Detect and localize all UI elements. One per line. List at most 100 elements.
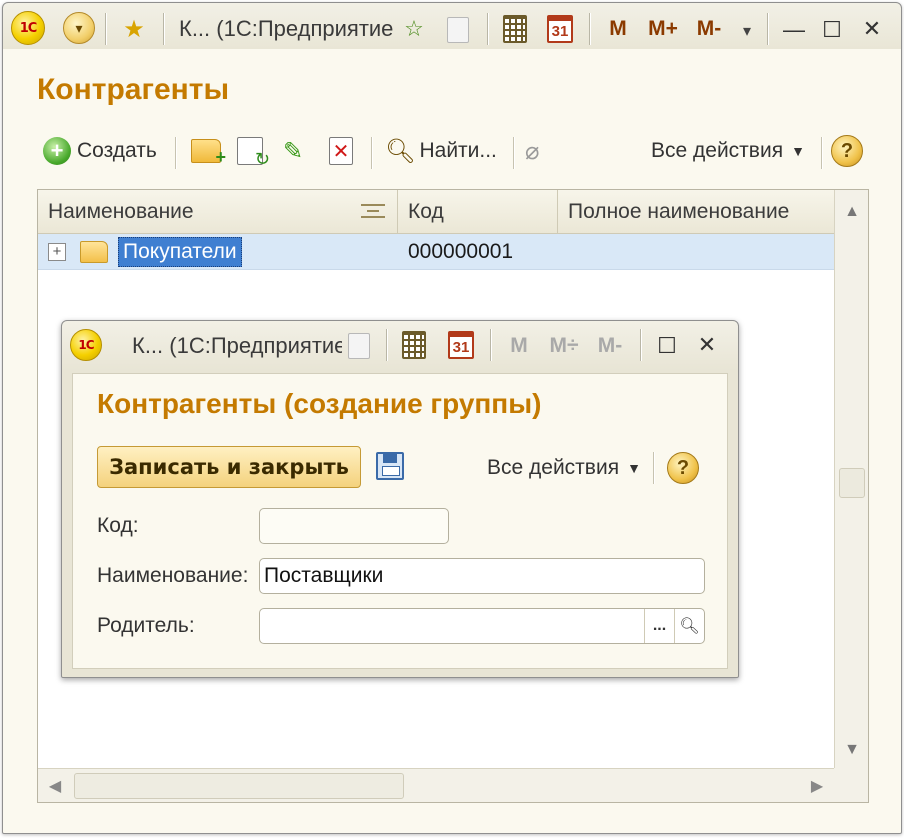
plus-icon: +: [43, 137, 71, 165]
title-bar: 1С ▾ ★ К... (1С:Предприятие ☆ 31 M M+ M-…: [3, 3, 901, 53]
separator: [640, 329, 641, 361]
maximize-button[interactable]: ☐: [650, 329, 684, 363]
separator: [589, 13, 590, 45]
column-header-code[interactable]: Код: [398, 190, 558, 234]
row-name-cell[interactable]: Покупатели: [118, 234, 242, 270]
cancel-search-icon: ⌀: [525, 137, 540, 165]
name-label: Наименование:: [97, 564, 249, 587]
separator: [105, 13, 106, 45]
delete-button[interactable]: ✕: [329, 135, 353, 167]
page-title: Контрагенты: [37, 73, 230, 106]
memory-m-button[interactable]: M: [504, 329, 534, 363]
expand-toggle[interactable]: +: [48, 234, 66, 270]
chevron-down-icon: ▾: [75, 19, 83, 36]
minimize-button[interactable]: —: [777, 13, 811, 47]
help-button[interactable]: ?: [667, 452, 699, 484]
separator: [490, 329, 491, 361]
parent-field[interactable]: ... 🔍︎: [259, 608, 705, 644]
maximize-button[interactable]: ☐: [815, 13, 849, 47]
code-label: Код:: [97, 514, 139, 537]
code-field[interactable]: [259, 508, 449, 544]
save-and-close-button[interactable]: Записать и закрыть: [97, 446, 361, 488]
chevron-down-icon: ▼: [627, 460, 641, 476]
add-to-favorites-icon[interactable]: ☆: [397, 13, 431, 45]
all-actions-button[interactable]: Все действия ▼: [487, 452, 641, 484]
memory-plus-button[interactable]: M+: [643, 13, 683, 45]
copy-icon: ↻: [237, 137, 270, 169]
scroll-thumb[interactable]: [74, 773, 404, 799]
cancel-search-button[interactable]: ⌀: [525, 135, 539, 167]
sort-icon: [361, 204, 385, 218]
scroll-right-icon[interactable]: ▶: [800, 769, 834, 803]
list-header: Наименование Код Полное наименование: [38, 190, 834, 234]
create-group-dialog: 1С К... (1С:Предприятие 31 M M÷ M- ☐ ✕ К…: [61, 320, 739, 678]
memory-minus-button[interactable]: M-: [590, 329, 630, 363]
select-parent-button[interactable]: ...: [644, 609, 674, 643]
separator: [386, 329, 387, 361]
favorites-star-icon[interactable]: ★: [117, 12, 151, 46]
1c-logo-icon[interactable]: 1С: [11, 11, 45, 45]
edit-button[interactable]: ✎: [283, 135, 303, 167]
main-menu-button[interactable]: ▾: [63, 12, 95, 44]
name-field[interactable]: Поставщики: [259, 558, 705, 594]
all-actions-button[interactable]: Все действия ▼: [651, 135, 805, 167]
column-header-name[interactable]: Наименование: [38, 190, 398, 234]
calendar-icon[interactable]: 31: [448, 331, 474, 359]
table-row[interactable]: + Покупатели 000000001: [38, 234, 834, 270]
column-code-label: Код: [408, 200, 444, 223]
folder-add-icon: +: [191, 139, 226, 167]
help-icon: ?: [831, 135, 863, 167]
chevron-down-icon[interactable]: ▾: [735, 17, 759, 45]
create-label: Создать: [77, 139, 157, 162]
vertical-scrollbar[interactable]: ▲ ▼: [834, 190, 868, 768]
scroll-thumb[interactable]: [839, 468, 865, 498]
help-button[interactable]: ?: [831, 135, 863, 167]
horizontal-scrollbar[interactable]: ◀ ▶: [38, 768, 834, 802]
search-icon: 🔍︎: [385, 137, 416, 165]
column-full-name-label: Полное наименование: [568, 200, 790, 223]
save-icon[interactable]: [376, 452, 404, 480]
dialog-window-title: К... (1С:Предприятие: [132, 333, 342, 358]
scroll-down-icon[interactable]: ▼: [835, 732, 869, 768]
pencil-icon: ✎: [283, 137, 304, 165]
copy-button[interactable]: ↻: [237, 135, 270, 169]
separator: [653, 452, 654, 484]
all-actions-label: Все действия: [651, 139, 784, 162]
find-button[interactable]: 🔍︎ Найти...: [385, 135, 497, 167]
row-name: Покупатели: [118, 237, 242, 267]
scroll-corner: [834, 768, 868, 802]
document-link-icon[interactable]: [447, 17, 469, 43]
calculator-icon[interactable]: [402, 331, 426, 359]
row-code: 000000001: [408, 240, 514, 263]
close-button[interactable]: ✕: [855, 12, 889, 46]
parent-label: Родитель:: [97, 614, 195, 637]
separator: [513, 137, 514, 169]
find-label: Найти...: [419, 139, 497, 162]
calculator-icon[interactable]: [503, 15, 527, 43]
memory-divide-button[interactable]: M÷: [544, 329, 584, 363]
separator: [821, 137, 822, 169]
expand-plus-icon: +: [48, 243, 66, 261]
memory-minus-button[interactable]: M-: [689, 13, 729, 45]
column-header-full-name[interactable]: Полное наименование: [558, 190, 834, 234]
create-group-button[interactable]: +: [191, 135, 226, 167]
help-icon: ?: [667, 452, 699, 484]
search-icon[interactable]: 🔍︎: [674, 609, 704, 643]
row-code-cell[interactable]: 000000001: [408, 234, 513, 270]
delete-icon: ✕: [329, 137, 353, 165]
window-title: К... (1С:Предприятие: [179, 16, 393, 41]
all-actions-label: Все действия: [487, 456, 620, 479]
close-button[interactable]: ✕: [690, 328, 724, 362]
separator: [163, 13, 164, 45]
scroll-up-icon[interactable]: ▲: [835, 194, 869, 230]
separator: [175, 137, 176, 169]
1c-logo-icon[interactable]: 1С: [70, 329, 102, 361]
calendar-icon[interactable]: 31: [547, 15, 573, 43]
dialog-heading: Контрагенты (создание группы): [97, 388, 542, 419]
chevron-down-icon: ▼: [791, 143, 805, 159]
memory-m-button[interactable]: M: [603, 13, 633, 45]
scroll-left-icon[interactable]: ◀: [38, 769, 72, 803]
create-button[interactable]: + Создать: [43, 135, 157, 167]
document-link-icon[interactable]: [348, 333, 370, 359]
folder-icon: [80, 234, 108, 270]
